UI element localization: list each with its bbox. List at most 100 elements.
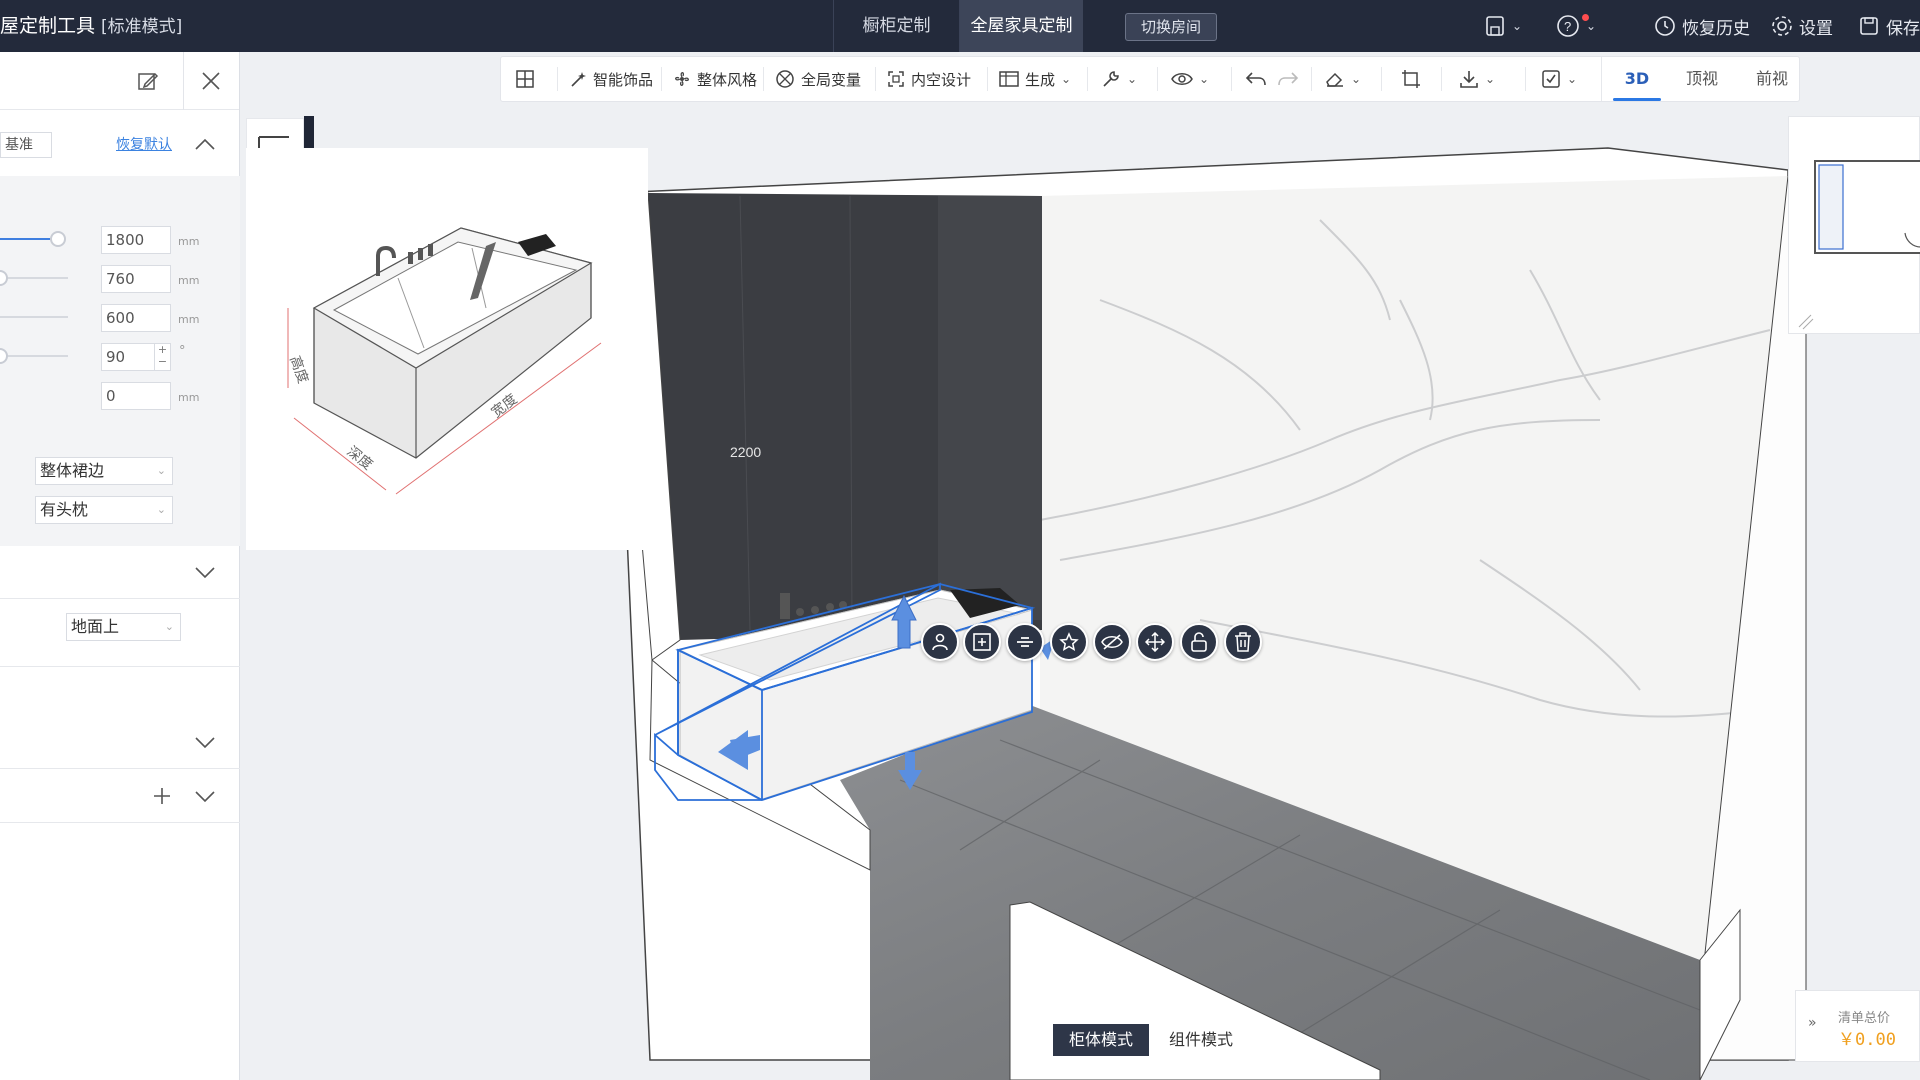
width-input[interactable]: 1800 [101,226,171,254]
chevron-down-icon: ⌄ [156,464,166,477]
position-select[interactable]: 地面上 ⌄ [66,613,181,641]
eye-icon [1171,73,1193,85]
bathtub-preview-image: 高度 深度 宽度 [287,227,602,495]
divider [1231,67,1232,91]
add-action-button[interactable] [963,623,1001,661]
divider [1441,67,1442,91]
floorplan-thumbnail [1798,160,1920,330]
pillow-select[interactable]: 有头枕 ⌄ [35,496,173,524]
chevron-down-icon: ⌄ [1127,72,1138,86]
tab-3d-view[interactable]: 3D [1607,57,1667,101]
wrench-icon [1103,71,1119,87]
cavity-design-button[interactable]: 内空设计 [887,57,971,101]
divider [987,67,988,91]
eraser-menu-button[interactable]: ⌄ [1325,57,1361,101]
chevron-down-icon[interactable] [194,566,216,580]
save-button[interactable]: 保存 [1858,0,1920,52]
undo-button[interactable] [1245,57,1267,101]
edit-icon[interactable] [137,70,159,92]
chevron-down-icon[interactable] [194,736,216,750]
depth-input[interactable]: 760 [101,265,171,293]
divider [0,822,240,823]
list-scrollbar-thumb[interactable] [304,116,314,148]
unit-label: mm [178,391,200,404]
checklist-icon [1542,70,1560,88]
layout-button[interactable] [515,57,535,101]
preview-height-label: 高度 [287,354,312,386]
delete-action-button[interactable] [1224,623,1262,661]
restore-history-button[interactable]: 恢复历史 [1654,0,1750,52]
top-bar: 屋定制工具 [标准模式] 橱柜定制 全屋家具定制 切换房间 ⌄ ? ⌄ 恢复历史 … [0,0,1920,52]
app-title-text: 屋定制工具 [0,15,96,37]
restore-default-link[interactable]: 恢复默认 [116,134,172,154]
tab-front-view[interactable]: 前视 [1737,57,1807,101]
history-icon [1655,16,1675,36]
chevron-down-icon: ⌄ [156,503,166,516]
restore-history-label: 恢复历史 [1682,18,1750,39]
skirt-select[interactable]: 整体裙边 ⌄ [35,457,173,485]
double-chevron-right-icon[interactable]: » [1808,1015,1817,1031]
save-label: 保存 [1886,18,1920,39]
divider [763,67,764,91]
chevron-up-icon[interactable] [194,137,216,151]
global-replace-label: 全局变量 [801,70,862,89]
angle-stepper[interactable]: + − [154,344,170,370]
settings-button[interactable]: 设置 [1771,0,1833,52]
cabinet-mode-tab[interactable]: 柜体模式 [1053,1024,1149,1056]
chevron-down-icon: ⌄ [1199,72,1210,86]
columns-icon [999,71,1019,87]
star-icon [1059,632,1079,652]
component-mode-tab[interactable]: 组件模式 [1149,1024,1253,1056]
help-menu-button[interactable]: ? ⌄ [1556,0,1596,52]
divider [557,67,558,91]
overall-style-label: 整体风格 [697,70,758,89]
tab-top-view[interactable]: 顶视 [1667,57,1737,101]
width-slider-thumb[interactable] [50,231,66,247]
height-input[interactable]: 600 [101,304,171,332]
plus-icon[interactable] [152,786,172,806]
redo-button[interactable] [1277,57,1299,101]
tab-cabinet[interactable]: 橱柜定制 [833,0,959,52]
offset-input[interactable]: 0 [101,382,171,410]
move-action-button[interactable] [1136,623,1174,661]
favorite-action-button[interactable] [1050,623,1088,661]
tab-whole-house[interactable]: 全屋家具定制 [959,0,1083,52]
smart-decor-button[interactable]: 智能饰品 [569,57,653,101]
mirror-action-button[interactable] [1006,623,1044,661]
angle-slider-track[interactable] [0,355,68,357]
close-icon[interactable] [200,70,222,92]
preview-depth-label: 深度 [344,443,376,473]
frame-icon [888,71,904,87]
depth-slider-track[interactable] [0,277,68,279]
dimension-label: 2200 [730,444,761,460]
crop-icon [1402,70,1420,88]
add-box-icon [973,633,991,651]
tools-menu-button[interactable]: ⌄ [1101,57,1137,101]
undo-icon [1245,72,1266,86]
minimap[interactable] [1788,116,1920,334]
width-slider-fill [0,238,50,240]
divider [875,67,876,91]
globe-icon [776,70,794,88]
global-replace-button[interactable]: 全局变量 [775,57,861,101]
checklist-menu-button[interactable]: ⌄ [1541,57,1577,101]
file-menu-button[interactable]: ⌄ [1484,0,1522,52]
height-slider-track[interactable] [0,316,68,318]
overall-style-button[interactable]: 整体风格 [673,57,757,101]
price-summary[interactable]: » 清单总价 ￥0.00 [1795,990,1920,1062]
settings-label: 设置 [1799,18,1833,39]
switch-room-button[interactable]: 切换房间 [1125,13,1217,41]
divider [1525,67,1526,91]
divider [1311,67,1312,91]
crop-button[interactable] [1401,57,1421,101]
person-action-button[interactable] [921,623,959,661]
hide-action-button[interactable] [1093,623,1131,661]
model-preview-card: 高度 深度 宽度 [246,148,648,550]
base-select[interactable]: 基准 [0,132,52,158]
generate-button[interactable]: 生成 ⌄ [999,57,1071,101]
wand-icon [571,72,586,87]
lock-action-button[interactable] [1180,623,1218,661]
chevron-down-icon[interactable] [194,790,216,804]
visibility-menu-button[interactable]: ⌄ [1171,57,1209,101]
download-menu-button[interactable]: ⌄ [1459,57,1495,101]
